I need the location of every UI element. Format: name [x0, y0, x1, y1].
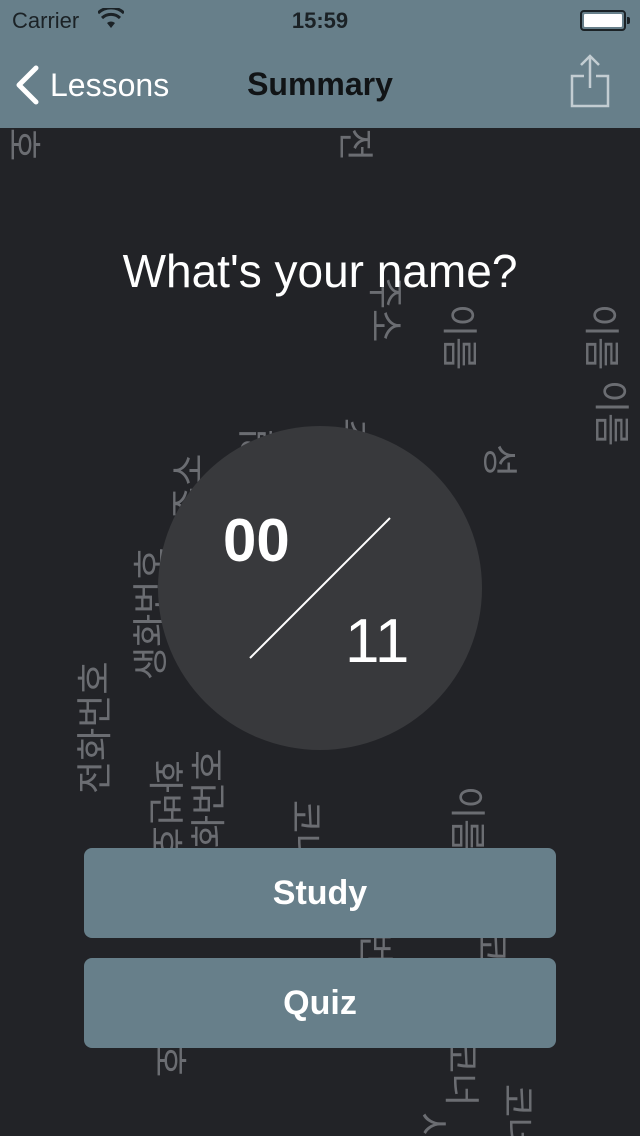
page-title: Summary — [247, 66, 393, 102]
bg-word: 호 — [2, 128, 43, 162]
status-bar: Carrier 15:59 — [0, 0, 640, 40]
question-text: What's your name? — [122, 245, 518, 297]
bg-word: 이름 — [590, 380, 631, 447]
bg-word: 화번호 — [144, 760, 185, 860]
bg-word: 전화번호 — [75, 661, 116, 794]
bg-word: 이름 — [446, 786, 487, 853]
navigation-bar: Carrier 15:59 Lessons Summary — [0, 0, 640, 128]
score-total: 11 — [345, 607, 410, 676]
bg-word: 이름 — [580, 304, 621, 371]
bg-word: 코너 — [440, 1040, 481, 1107]
bg-word: 코너 — [496, 1084, 537, 1136]
study-button[interactable]: Study — [84, 848, 556, 938]
bg-word: 호 — [148, 1044, 189, 1078]
bg-word: 전 — [334, 128, 375, 162]
battery-icon — [580, 10, 630, 31]
clock: 15:59 — [291, 8, 349, 33]
share-icon[interactable] — [570, 54, 610, 108]
bg-word: 이름 — [438, 304, 479, 371]
bg-word: 성 — [478, 444, 519, 478]
quiz-button[interactable]: Quiz — [84, 958, 556, 1048]
bg-word: 시 — [410, 1112, 451, 1136]
